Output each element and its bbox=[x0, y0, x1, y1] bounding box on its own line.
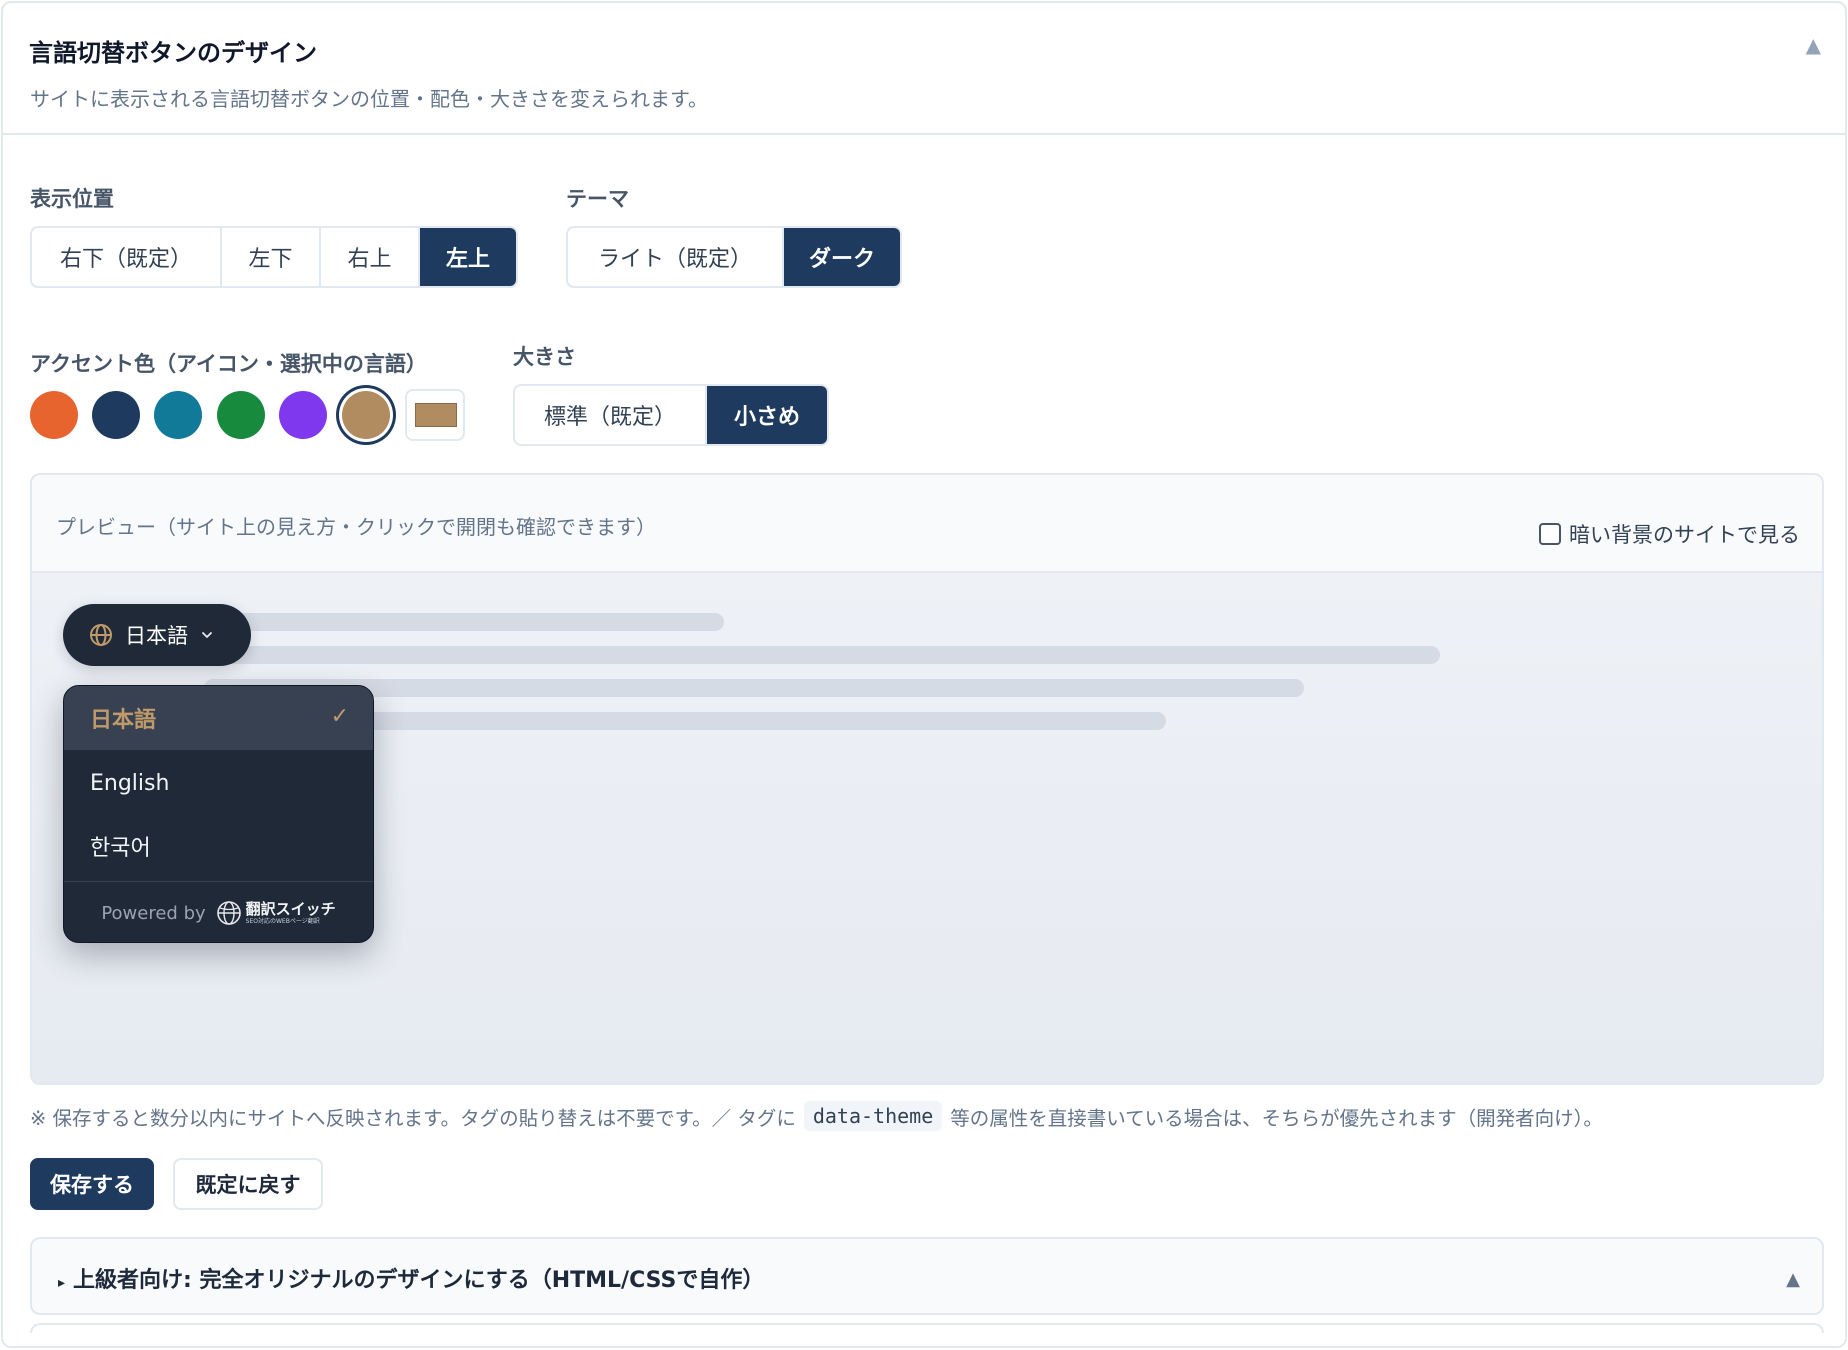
brand-tagline: SEO対応のWEBページ翻訳 bbox=[245, 917, 320, 925]
powered-by-text: Powered by bbox=[101, 902, 206, 924]
theme-option-light[interactable]: ライト（既定） bbox=[568, 228, 784, 286]
theme-label: テーマ bbox=[566, 187, 629, 211]
position-option-top-left[interactable]: 左上 bbox=[420, 228, 516, 286]
card-title: 言語切替ボタンのデザイン bbox=[29, 39, 317, 67]
note-code: data-theme bbox=[803, 1101, 943, 1131]
accent-swatch-orange[interactable] bbox=[30, 391, 78, 439]
reset-to-default-button[interactable]: 既定に戻す bbox=[173, 1158, 323, 1210]
advanced-custom-design-section[interactable]: ▸ 上級者向け: 完全オリジナルのデザインにする（HTML/CSSで自作） ▲ bbox=[30, 1237, 1824, 1315]
advanced-collapse-arrow-icon[interactable]: ▲ bbox=[1786, 1269, 1800, 1290]
accent-swatch-teal[interactable] bbox=[154, 391, 202, 439]
accent-swatch-tan-selected[interactable] bbox=[342, 391, 390, 439]
note-text-before: ※ 保存すると数分以内にサイトへ反映されます。タグの貼り替えは不要です。／ タグ… bbox=[30, 1106, 796, 1130]
save-note: ※ 保存すると数分以内にサイトへ反映されます。タグの貼り替えは不要です。／ タグ… bbox=[30, 1101, 1603, 1131]
accent-color-label: アクセント色（アイコン・選択中の言語） bbox=[30, 352, 427, 376]
save-button[interactable]: 保存する bbox=[30, 1158, 154, 1210]
theme-segmented-control: ライト（既定） ダーク bbox=[566, 226, 902, 288]
language-switcher-design-card: 言語切替ボタンのデザイン サイトに表示される言語切替ボタンの位置・配色・大きさを… bbox=[1, 1, 1847, 1348]
custom-color-fill bbox=[415, 403, 457, 427]
accent-swatch-purple[interactable] bbox=[279, 391, 327, 439]
skeleton-line bbox=[204, 646, 1440, 664]
skeleton-line bbox=[204, 613, 724, 631]
powered-by-footer: Powered by 翻訳スイッチ SEO対応のWEBページ翻訳 bbox=[64, 881, 373, 942]
preview-title: プレビュー（サイト上の見え方・クリックで開閉も確認できます） bbox=[56, 515, 656, 539]
position-option-top-right[interactable]: 右上 bbox=[321, 228, 420, 286]
accent-swatch-navy[interactable] bbox=[92, 391, 140, 439]
check-icon: ✓ bbox=[330, 704, 349, 729]
dark-background-toggle[interactable]: 暗い背景のサイトで見る bbox=[1539, 519, 1800, 549]
language-option-label: 日本語 bbox=[90, 708, 157, 733]
dark-background-label: 暗い背景のサイトで見る bbox=[1569, 523, 1800, 547]
theme-option-dark[interactable]: ダーク bbox=[784, 228, 900, 286]
language-option-english[interactable]: English bbox=[64, 751, 373, 815]
preview-canvas[interactable]: 日本語 日本語 ✓ English 한국어 Powered by 翻訳スイッチ … bbox=[32, 573, 1822, 1083]
size-segmented-control: 標準（既定） 小さめ bbox=[513, 384, 829, 446]
position-option-bottom-left[interactable]: 左下 bbox=[222, 228, 321, 286]
advanced-title-text: 上級者向け: 完全オリジナルのデザインにする（HTML/CSSで自作） bbox=[73, 1268, 765, 1293]
brand-globe-icon bbox=[216, 901, 241, 925]
accent-swatch-green[interactable] bbox=[217, 391, 265, 439]
language-option-japanese[interactable]: 日本語 ✓ bbox=[64, 686, 373, 750]
advanced-section-title: ▸ 上級者向け: 完全オリジナルのデザインにする（HTML/CSSで自作） bbox=[58, 1262, 764, 1294]
dark-background-checkbox[interactable] bbox=[1539, 523, 1561, 545]
chevron-down-icon bbox=[202, 632, 212, 638]
size-label: 大きさ bbox=[513, 345, 576, 369]
next-section-edge bbox=[30, 1323, 1824, 1333]
preview-panel: プレビュー（サイト上の見え方・クリックで開閉も確認できます） 暗い背景のサイトで… bbox=[30, 473, 1824, 1085]
collapse-arrow-icon[interactable]: ▲ bbox=[1806, 33, 1821, 57]
size-option-small[interactable]: 小さめ bbox=[707, 386, 827, 444]
disclosure-triangle-icon: ▸ bbox=[58, 1275, 66, 1291]
position-label: 表示位置 bbox=[30, 187, 114, 211]
preview-header: プレビュー（サイト上の見え方・クリックで開閉も確認できます） 暗い背景のサイトで… bbox=[32, 475, 1822, 573]
brand-logo[interactable]: 翻訳スイッチ SEO対応のWEBページ翻訳 bbox=[216, 900, 336, 926]
position-segmented-control: 右下（既定） 左下 右上 左上 bbox=[30, 226, 518, 288]
size-option-standard[interactable]: 標準（既定） bbox=[515, 386, 707, 444]
globe-icon bbox=[90, 624, 112, 646]
card-header[interactable]: 言語切替ボタンのデザイン サイトに表示される言語切替ボタンの位置・配色・大きさを… bbox=[3, 3, 1845, 135]
language-option-korean[interactable]: 한국어 bbox=[64, 814, 373, 878]
card-subtitle: サイトに表示される言語切替ボタンの位置・配色・大きさを変えられます。 bbox=[30, 87, 708, 111]
note-text-after: 等の属性を直接書いている場合は、そちらが優先されます（開発者向け）。 bbox=[950, 1106, 1603, 1130]
language-dropdown-menu: 日本語 ✓ English 한국어 Powered by 翻訳スイッチ SEO対… bbox=[63, 685, 374, 943]
brand-name: 翻訳スイッチ bbox=[245, 899, 336, 918]
custom-color-picker[interactable] bbox=[405, 389, 465, 441]
current-language-label: 日本語 bbox=[125, 624, 188, 648]
position-option-bottom-right[interactable]: 右下（既定） bbox=[32, 228, 222, 286]
language-switcher-button[interactable]: 日本語 bbox=[63, 604, 251, 666]
